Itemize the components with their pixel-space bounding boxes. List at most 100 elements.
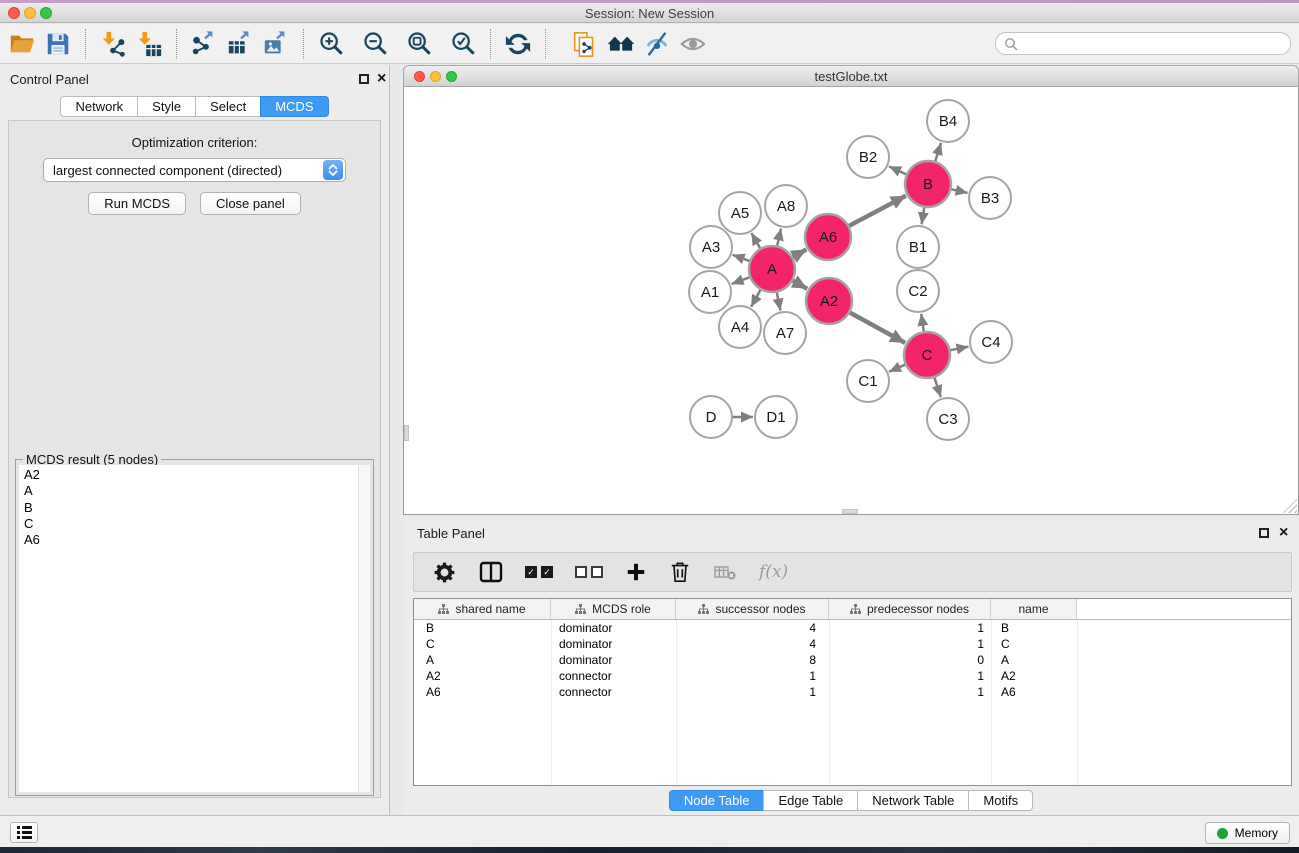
tab-mcds[interactable]: MCDS	[260, 96, 328, 117]
column-header-mcds-role[interactable]: MCDS role	[551, 599, 676, 619]
graph-edge-A-A4[interactable]	[751, 290, 760, 307]
search-box[interactable]	[995, 32, 1291, 55]
table-row[interactable]: Bdominator41B	[414, 620, 1291, 636]
refresh-button[interactable]	[500, 27, 536, 61]
cell[interactable]: 1	[829, 621, 991, 635]
graph-edge-B-B1[interactable]	[922, 208, 925, 225]
export-image-button[interactable]	[258, 27, 294, 61]
zoom-fit-button[interactable]	[401, 27, 437, 61]
cell[interactable]: 4	[676, 621, 829, 635]
tab-edge-table[interactable]: Edge Table	[763, 790, 858, 811]
cell[interactable]: B	[414, 621, 551, 635]
graph-edge-A-A7[interactable]	[777, 293, 781, 311]
graph-edge-A-A8[interactable]	[777, 229, 781, 246]
close-table-panel-icon[interactable]: ×	[1279, 528, 1288, 538]
graph-edge-A2-C[interactable]	[850, 313, 905, 343]
function-builder-button[interactable]: f(x)	[759, 562, 788, 582]
criterion-select[interactable]: largest connected component (directed)	[43, 158, 346, 182]
zoom-out-button[interactable]	[357, 27, 393, 61]
zoom-selected-button[interactable]	[445, 27, 481, 61]
graph-edge-A6-B[interactable]	[849, 196, 906, 226]
cell[interactable]: C	[991, 637, 1077, 651]
cell[interactable]: 1	[676, 669, 829, 683]
result-item[interactable]: A6	[19, 532, 370, 548]
column-header-successor-nodes[interactable]: successor nodes	[676, 599, 829, 619]
graph-edge-A-A3[interactable]	[733, 255, 750, 261]
cell[interactable]: 0	[829, 653, 991, 667]
graph-edge-C-C1[interactable]	[889, 365, 905, 372]
column-header-predecessor-nodes[interactable]: predecessor nodes	[829, 599, 991, 619]
table-row[interactable]: Adominator80A	[414, 652, 1291, 668]
float-panel-icon[interactable]	[359, 74, 369, 84]
tab-network-table[interactable]: Network Table	[857, 790, 969, 811]
cell[interactable]: 1	[829, 685, 991, 699]
network-canvas[interactable]: B4B2BB3A5A8A6A3B1AA1C2A2A4A7C4CC1C3DD1	[403, 87, 1299, 515]
result-item[interactable]: A	[19, 483, 370, 499]
graph-edge-C-C4[interactable]	[951, 347, 969, 351]
cell[interactable]: dominator	[551, 653, 676, 667]
cell[interactable]: connector	[551, 685, 676, 699]
cell[interactable]: 8	[676, 653, 829, 667]
cell[interactable]: dominator	[551, 621, 676, 635]
cell[interactable]: A	[991, 653, 1077, 667]
graph-edge-A-A2[interactable]	[793, 281, 807, 289]
result-item[interactable]: B	[19, 500, 370, 516]
cell[interactable]: 4	[676, 637, 829, 651]
select-all-button[interactable]: ✓✓	[525, 566, 553, 578]
import-table-button[interactable]	[131, 27, 167, 61]
result-scrollbar[interactable]	[358, 465, 370, 792]
zoom-network-window-icon[interactable]	[446, 71, 457, 82]
graph-edge-C-C2[interactable]	[921, 314, 924, 331]
close-network-window-icon[interactable]	[414, 71, 425, 82]
add-column-button[interactable]	[625, 561, 647, 583]
horizontal-scrollbar-thumb[interactable]	[842, 509, 858, 514]
hide-graphics-details-button[interactable]	[639, 27, 675, 61]
cell[interactable]: A6	[414, 685, 551, 699]
tab-motifs[interactable]: Motifs	[968, 790, 1033, 811]
minimize-network-window-icon[interactable]	[430, 71, 441, 82]
network-graph[interactable]: B4B2BB3A5A8A6A3B1AA1C2A2A4A7C4CC1C3DD1	[404, 87, 1298, 514]
graph-edge-A-A5[interactable]	[751, 233, 760, 248]
result-item[interactable]: A2	[19, 467, 370, 483]
graph-edge-A-A1[interactable]	[732, 277, 750, 284]
column-header-shared-name[interactable]: shared name	[414, 599, 551, 619]
cell[interactable]: 1	[676, 685, 829, 699]
memory-button[interactable]: Memory	[1205, 822, 1290, 844]
cell[interactable]: A6	[991, 685, 1077, 699]
tab-network[interactable]: Network	[60, 96, 138, 117]
mcds-result-list[interactable]: A2ABCA6	[19, 465, 370, 792]
network-window-titlebar[interactable]: testGlobe.txt	[403, 65, 1299, 87]
table-row[interactable]: Cdominator41C	[414, 636, 1291, 652]
zoom-in-button[interactable]	[313, 27, 349, 61]
delete-column-button[interactable]	[669, 560, 691, 584]
table-row[interactable]: A6connector11A6	[414, 684, 1291, 700]
cell[interactable]: connector	[551, 669, 676, 683]
column-header-name[interactable]: name	[991, 599, 1077, 619]
graph-edge-A-A6[interactable]	[793, 249, 807, 257]
graph-edge-C-C3[interactable]	[935, 378, 941, 397]
result-item[interactable]: C	[19, 516, 370, 532]
save-session-button[interactable]	[40, 27, 76, 61]
cell[interactable]: 1	[829, 669, 991, 683]
cell[interactable]: A2	[991, 669, 1077, 683]
graph-edge-B-B4[interactable]	[935, 143, 941, 161]
export-network-button[interactable]	[186, 27, 222, 61]
float-table-panel-icon[interactable]	[1259, 528, 1269, 538]
task-history-button[interactable]	[10, 822, 38, 843]
tab-style[interactable]: Style	[137, 96, 196, 117]
tab-select[interactable]: Select	[195, 96, 261, 117]
deselect-all-button[interactable]	[575, 566, 603, 578]
cell[interactable]: B	[991, 621, 1077, 635]
show-columns-button[interactable]	[479, 561, 503, 583]
cell[interactable]: C	[414, 637, 551, 651]
search-input[interactable]	[1022, 33, 1290, 54]
home-button[interactable]	[603, 27, 639, 61]
table-settings-button[interactable]	[432, 560, 457, 585]
import-network-button[interactable]	[95, 27, 131, 61]
vertical-scrollbar-thumb[interactable]	[404, 425, 409, 441]
show-graphics-details-button[interactable]	[675, 27, 711, 61]
close-panel-button[interactable]: Close panel	[200, 192, 301, 215]
close-panel-icon[interactable]: ×	[377, 74, 386, 84]
new-network-from-file-button[interactable]	[567, 27, 603, 61]
graph-edge-B-B3[interactable]	[951, 189, 967, 193]
